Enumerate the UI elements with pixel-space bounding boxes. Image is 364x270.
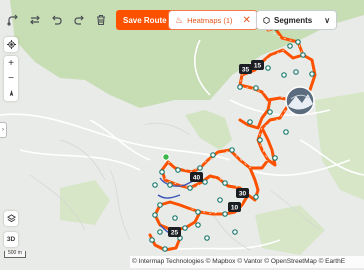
route-toolbar: Save Route <box>4 10 174 30</box>
3d-toggle-button[interactable]: 3D <box>4 232 18 247</box>
zoom-out-button[interactable]: − <box>4 71 18 86</box>
distance-marker: 30 <box>236 188 249 198</box>
layers-control <box>4 211 18 226</box>
heatmap-icon: ♨ <box>175 14 184 25</box>
heatmaps-label: Heatmaps (1) <box>187 15 233 25</box>
map-canvas[interactable]: 35 15 40 30 10 25 <box>0 0 364 270</box>
swap-icon[interactable] <box>26 11 44 29</box>
3d-control: 3D <box>4 232 18 247</box>
forest-area <box>315 92 364 200</box>
segments-label: Segments <box>273 15 313 25</box>
forest-area <box>255 205 325 255</box>
zoom-control: + − <box>4 56 18 101</box>
route-icon[interactable] <box>4 11 22 29</box>
svg-text:25: 25 <box>171 229 179 236</box>
route-builder: 35 15 40 30 10 25 Save Route ♨ Heatmaps … <box>0 0 364 270</box>
distance-marker: 25 <box>168 227 181 237</box>
photo-thumbnail <box>285 86 315 116</box>
chevron-down-icon: ∨ <box>324 15 331 25</box>
compass-icon[interactable] <box>4 86 18 101</box>
svg-text:40: 40 <box>193 174 201 181</box>
undo-icon[interactable] <box>48 11 66 29</box>
heatmaps-chip[interactable]: ♨ Heatmaps (1) ✕ <box>168 10 258 30</box>
distance-marker: 40 <box>190 172 203 182</box>
map-attribution[interactable]: © Intermap Technologies © Mapbox © Vanto… <box>130 256 364 268</box>
redo-icon[interactable] <box>70 11 88 29</box>
svg-text:35: 35 <box>242 66 250 73</box>
forest-area <box>60 180 110 225</box>
segments-dropdown[interactable]: ⬡ Segments ∨ <box>256 10 338 30</box>
zoom-in-button[interactable]: + <box>4 56 18 71</box>
svg-text:15: 15 <box>254 62 262 69</box>
route-line <box>148 200 190 252</box>
forest-area <box>185 110 232 150</box>
distance-marker: 10 <box>228 202 241 212</box>
locate-control <box>4 37 18 52</box>
save-route-button[interactable]: Save Route <box>116 10 174 30</box>
trash-icon[interactable] <box>92 11 110 29</box>
svg-text:10: 10 <box>231 204 239 211</box>
layers-icon[interactable] <box>4 211 18 226</box>
expand-panel-tab[interactable]: › <box>0 122 7 138</box>
distance-marker: 35 <box>239 64 252 74</box>
map-scale: 500 m <box>4 251 26 258</box>
close-icon[interactable]: ✕ <box>243 15 251 26</box>
svg-text:30: 30 <box>239 190 247 197</box>
distance-marker: 15 <box>251 60 264 70</box>
locate-icon[interactable] <box>4 37 18 52</box>
start-point <box>162 153 170 161</box>
segments-icon: ⬡ <box>263 15 270 25</box>
